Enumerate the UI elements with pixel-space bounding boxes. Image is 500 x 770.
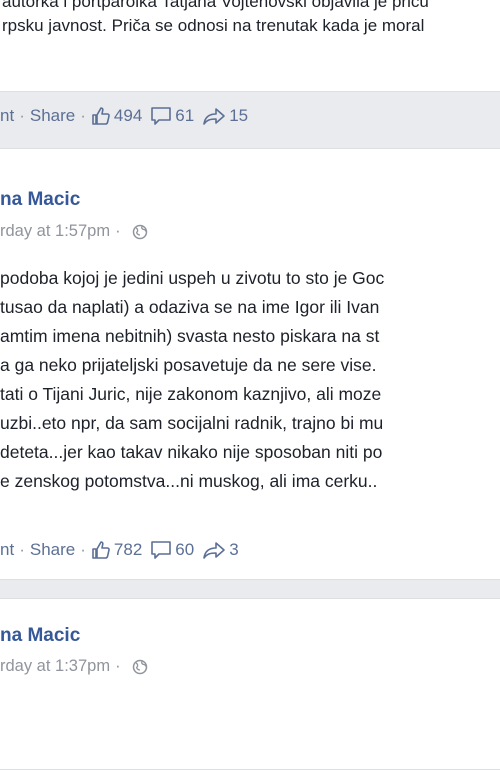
- comment-author[interactable]: na Macic: [0, 189, 80, 211]
- like-icon[interactable]: [91, 106, 111, 126]
- post-action-bar: nt · Share · 494 61 15: [0, 102, 248, 130]
- comment-text-line-4: a ga neko prijateljski posavetuje da ne …: [0, 355, 377, 375]
- comment-icon[interactable]: [150, 540, 172, 560]
- comment-link[interactable]: nt: [0, 540, 14, 560]
- share-link[interactable]: Share: [30, 540, 75, 560]
- post-card: autorka i portparolka Tatjana Vojtehovsk…: [0, 0, 500, 92]
- comment-text-line-1: podoba kojoj je jedini uspeh u zivotu to…: [0, 268, 385, 288]
- share-count: 3: [229, 540, 239, 559]
- comment-text-line-3: amtim imena nebitnih) svasta nesto piska…: [0, 326, 380, 346]
- comment-timestamp: rday at 1:37pm ·: [0, 657, 148, 676]
- comment-action-bar: nt · Share · 782 60 3: [0, 536, 239, 564]
- comment-icon[interactable]: [150, 106, 172, 126]
- share-icon[interactable]: [202, 540, 226, 560]
- comment-text-line-5: tati o Tijani Juric, nije zakonom kaznji…: [0, 384, 382, 404]
- comment-author[interactable]: na Macic: [0, 625, 80, 647]
- post-text-line-2: rpsku javnost. Priča se odnosi na trenut…: [2, 16, 425, 35]
- like-count: 782: [113, 540, 143, 559]
- comment-time[interactable]: rday at 1:57pm: [0, 222, 110, 241]
- globe-icon: [132, 224, 148, 240]
- separator-dot: ·: [115, 222, 121, 240]
- comment-card: na Macic rday at 1:37pm ·: [0, 598, 500, 770]
- separator-dot: ·: [19, 540, 25, 559]
- comment-text-line-2: tusao da naplati) a odaziva se na ime Ig…: [0, 297, 380, 317]
- comment-text-line-7: deteta...jer kao takav nikako nije sposo…: [0, 442, 383, 462]
- comment-text-line-6: uzbi..eto npr, da sam socijalni radnik, …: [0, 413, 384, 433]
- comment-card: na Macic rday at 1:57pm · podoba kojoj j…: [0, 148, 500, 580]
- share-link[interactable]: Share: [30, 106, 75, 126]
- comment-link[interactable]: nt: [0, 106, 14, 126]
- like-icon[interactable]: [91, 540, 111, 560]
- separator-dot: ·: [19, 106, 25, 125]
- comment-timestamp: rday at 1:57pm ·: [0, 222, 148, 241]
- share-icon[interactable]: [202, 106, 226, 126]
- separator-dot: ·: [80, 106, 86, 125]
- separator-dot: ·: [80, 540, 86, 559]
- separator-dot: ·: [115, 657, 121, 675]
- comment-text-line-8: e zenskog potomstva...ni muskog, ali ima…: [0, 471, 378, 491]
- comment-time[interactable]: rday at 1:37pm: [0, 657, 110, 676]
- comment-count: 60: [175, 540, 195, 559]
- globe-icon: [132, 659, 148, 675]
- share-count: 15: [229, 106, 249, 125]
- like-count: 494: [113, 106, 143, 125]
- comment-count: 61: [175, 106, 195, 125]
